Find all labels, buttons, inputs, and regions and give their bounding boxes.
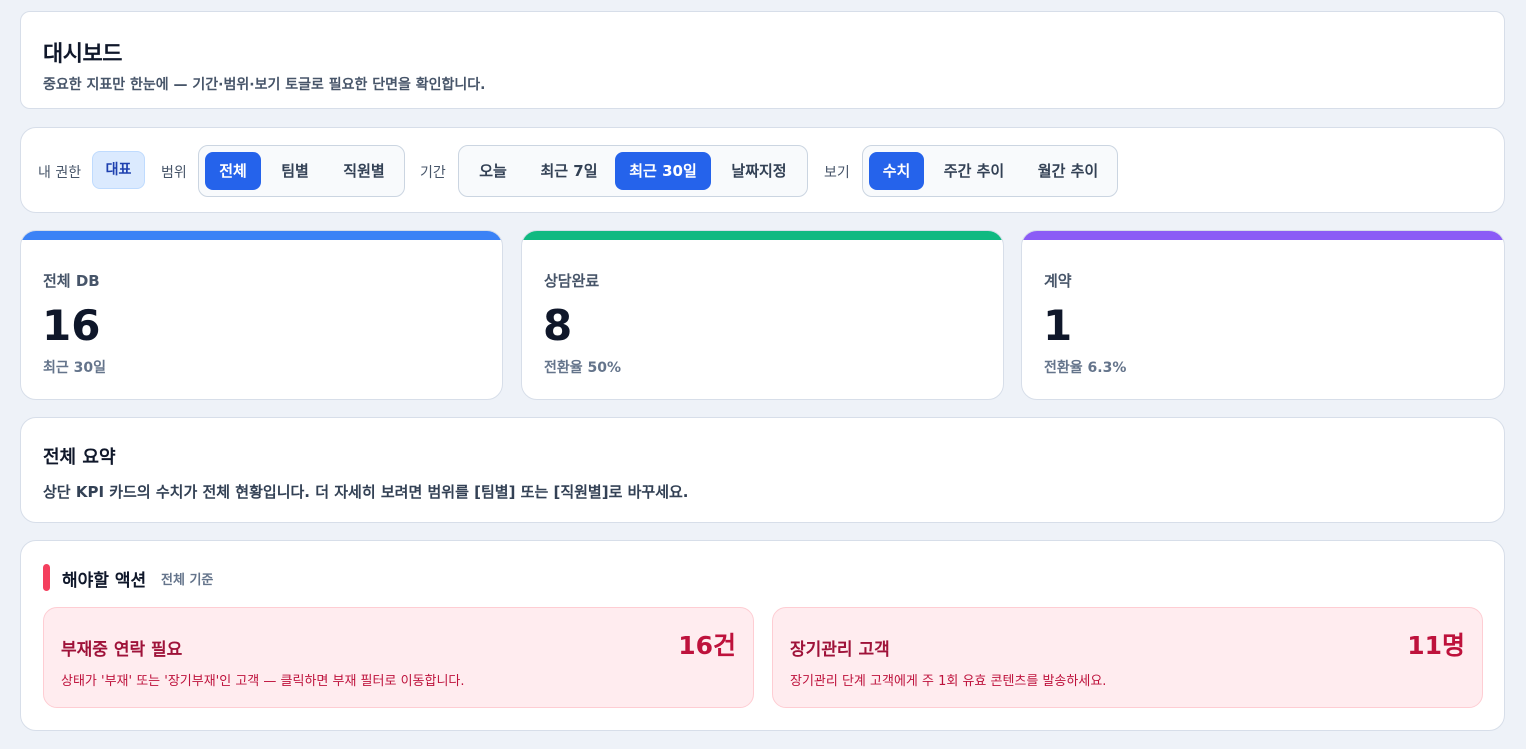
kpi-subtext: 전환율 50% [544,360,622,376]
action-description: 상태가 '부재' 또는 '장기부재'인 고객 — 클릭하면 부재 필터로 이동합… [61,674,465,689]
action-card-long-term[interactable]: 장기관리 고객 11명 장기관리 단계 고객에게 주 1회 유효 콘텐츠를 발송… [772,607,1483,708]
scope-label: 범위 [161,165,187,181]
view-toggle-group: 수치 주간 추이 월간 추이 [862,145,1118,197]
role-label: 내 권한 [38,165,82,181]
page-subtitle: 중요한 지표만 한눈에 — 기간·범위·보기 토글로 필요한 단면을 확인합니다… [43,77,486,93]
kpi-accent-bar [21,231,502,240]
period-label: 기간 [420,165,446,181]
scope-option-all[interactable]: 전체 [205,152,261,190]
summary-text: 상단 KPI 카드의 수치가 전체 현황입니다. 더 자세히 보려면 범위를 [… [43,483,689,501]
period-option-today[interactable]: 오늘 [465,152,521,190]
action-card-missed-calls[interactable]: 부재중 연락 필요 16건 상태가 '부재' 또는 '장기부재'인 고객 — 클… [43,607,754,708]
action-name: 부재중 연락 필요 [61,640,183,660]
scope-option-team[interactable]: 팀별 [265,152,325,190]
action-count: 11명 [1407,631,1465,660]
kpi-value: 16 [42,301,101,350]
kpi-card-consult-done: 상담완료 8 전환율 50% [521,230,1004,400]
action-title: 해야할 액션 [62,571,147,591]
kpi-subtext: 전환율 6.3% [1044,360,1127,376]
kpi-card-total-db: 전체 DB 16 최근 30일 [20,230,503,400]
action-panel: 해야할 액션 전체 기준 부재중 연락 필요 16건 상태가 '부재' 또는 '… [20,540,1505,731]
kpi-value: 8 [543,301,573,350]
action-scope: 전체 기준 [161,573,214,588]
period-option-7d[interactable]: 최근 7일 [527,152,611,190]
page-header: 대시보드 중요한 지표만 한눈에 — 기간·범위·보기 토글로 필요한 단면을 … [20,11,1505,109]
view-label: 보기 [824,165,850,181]
kpi-value: 1 [1043,301,1073,350]
period-option-30d[interactable]: 최근 30일 [615,152,711,190]
section-accent-bar [43,564,50,591]
period-toggle-group: 오늘 최근 7일 최근 30일 날짜지정 [458,145,808,197]
page-title: 대시보드 [43,42,122,67]
scope-option-staff[interactable]: 직원별 [329,152,399,190]
summary-title: 전체 요약 [43,447,116,468]
view-option-monthly[interactable]: 월간 추이 [1023,152,1113,190]
kpi-label: 전체 DB [43,272,100,290]
scope-toggle-group: 전체 팀별 직원별 [198,145,405,197]
kpi-label: 계약 [1044,272,1072,290]
filter-bar: 내 권한 대표 범위 전체 팀별 직원별 기간 오늘 최근 7일 최근 30일 … [20,127,1505,213]
action-description: 장기관리 단계 고객에게 주 1회 유효 콘텐츠를 발송하세요. [790,674,1107,689]
kpi-card-contract: 계약 1 전환율 6.3% [1021,230,1505,400]
summary-card: 전체 요약 상단 KPI 카드의 수치가 전체 현황입니다. 더 자세히 보려면… [20,417,1505,523]
kpi-accent-bar [522,231,1003,240]
action-name: 장기관리 고객 [790,640,890,660]
kpi-label: 상담완료 [544,272,600,290]
period-option-custom[interactable]: 날짜지정 [717,152,801,190]
action-count: 16건 [678,631,736,660]
role-badge: 대표 [92,151,145,189]
kpi-subtext: 최근 30일 [43,360,106,376]
view-option-weekly[interactable]: 주간 추이 [929,152,1019,190]
kpi-accent-bar [1022,231,1504,240]
view-option-number[interactable]: 수치 [869,152,924,190]
